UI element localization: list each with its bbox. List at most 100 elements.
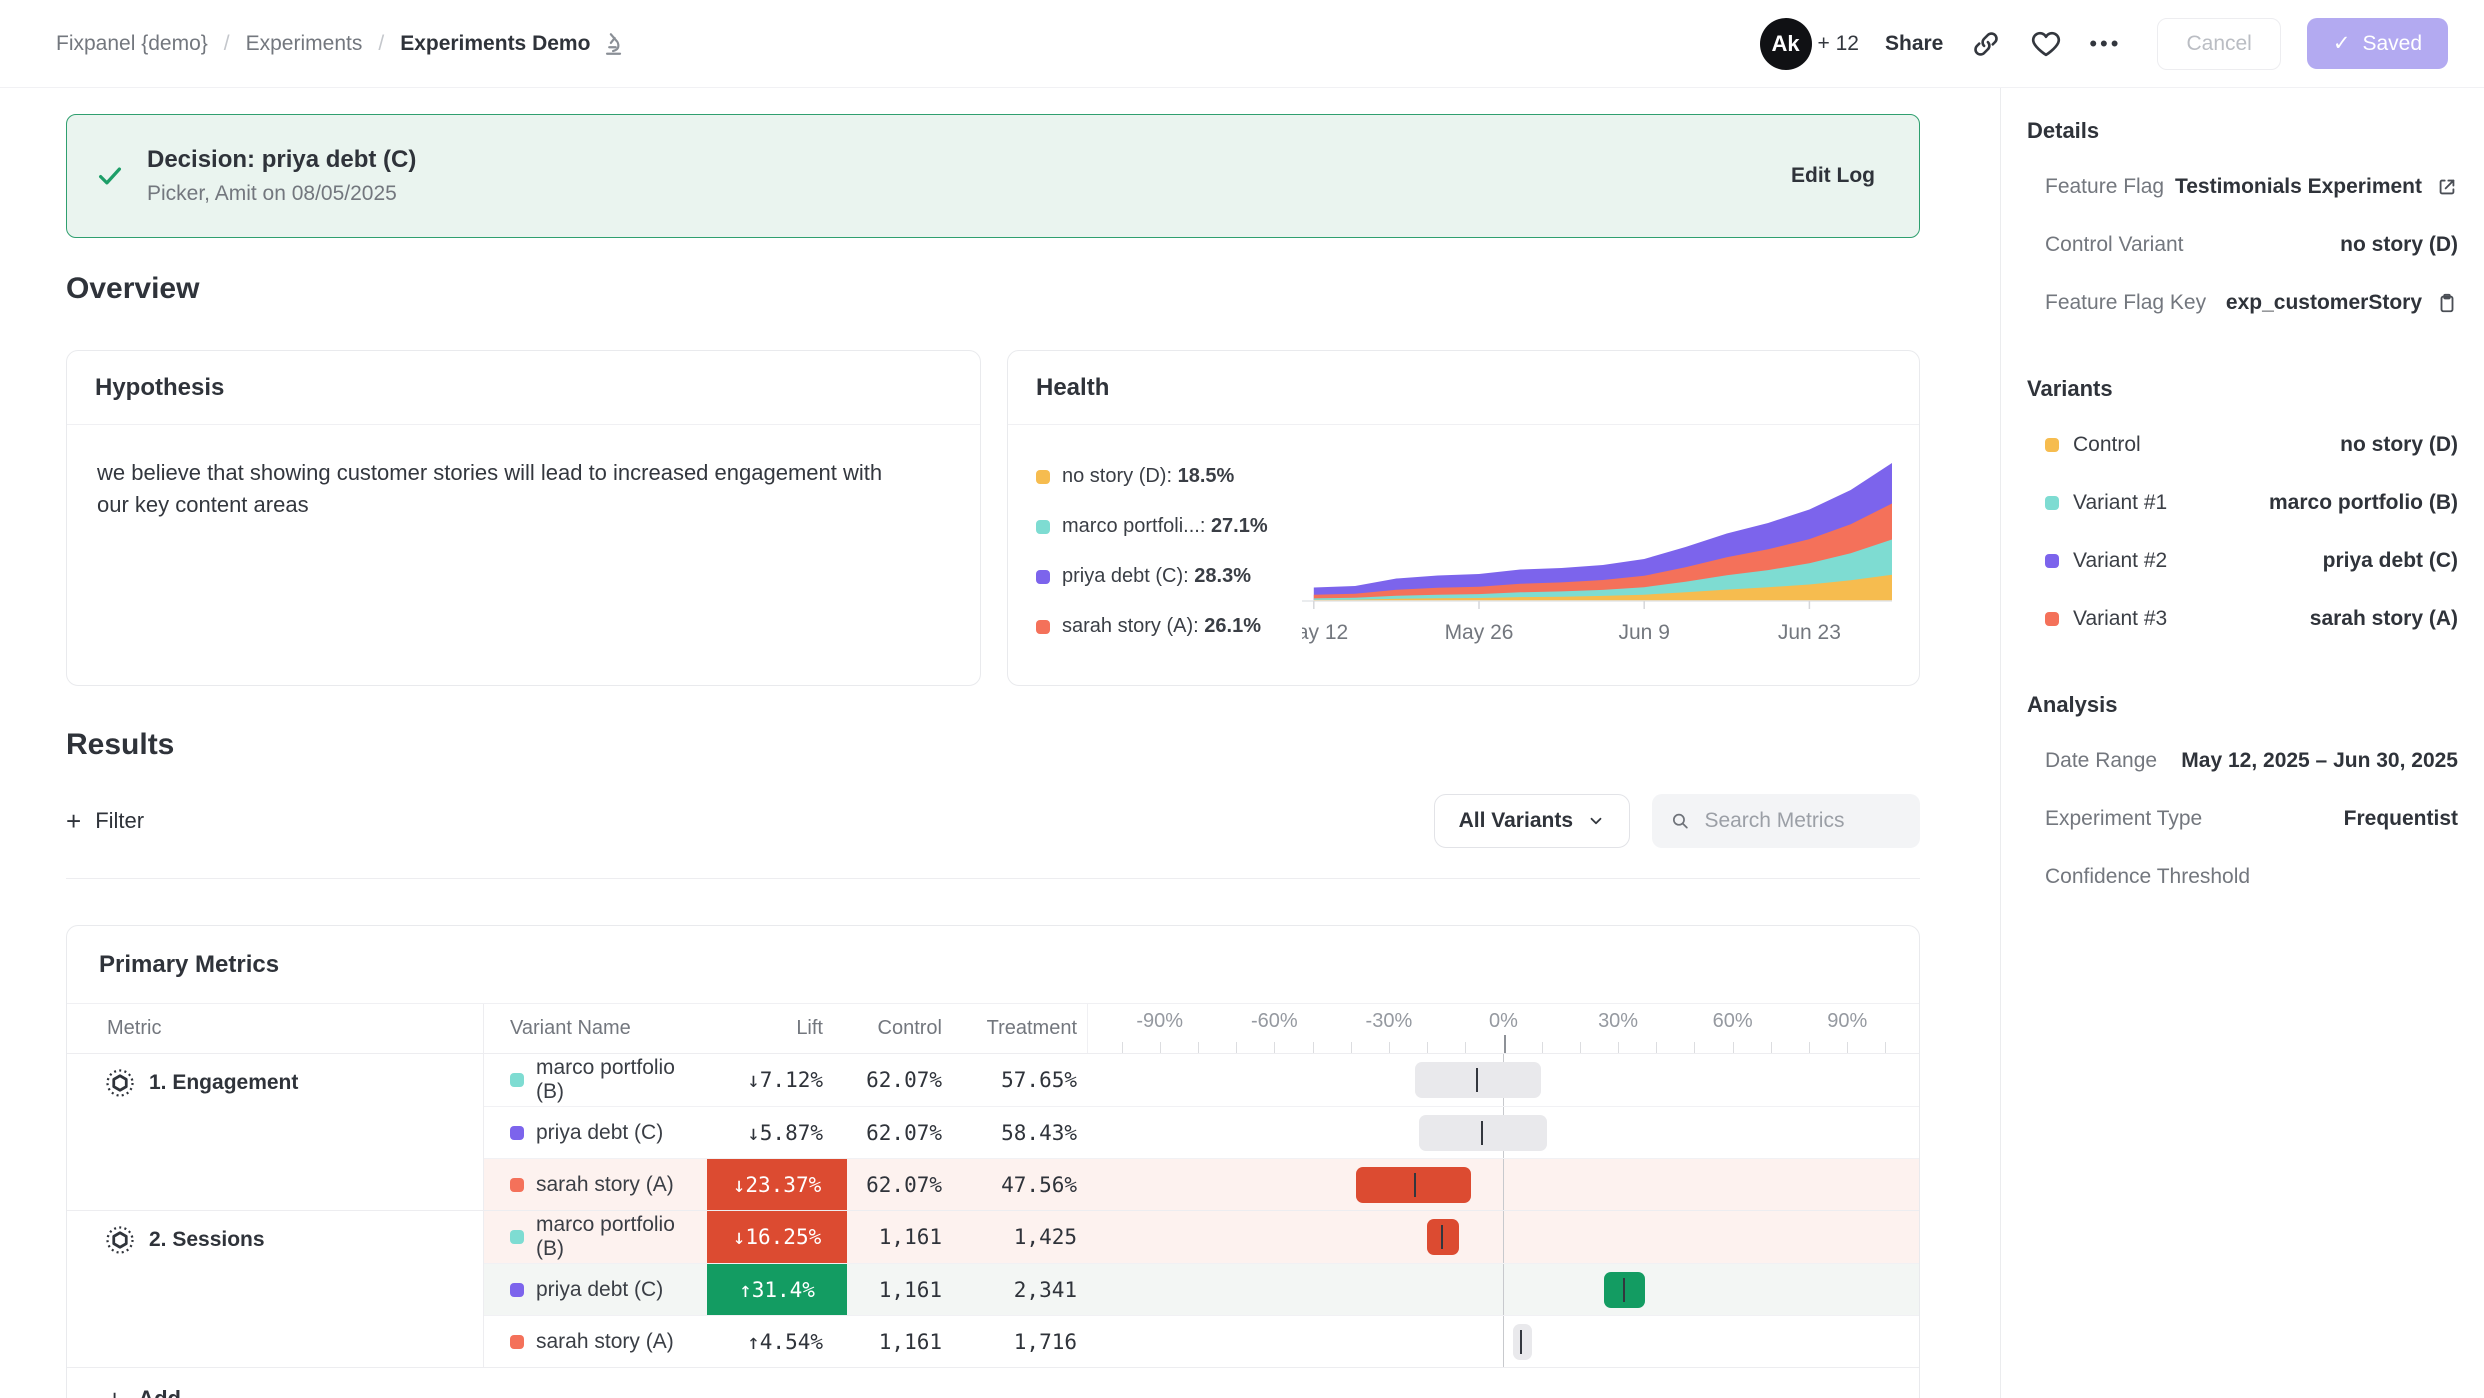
decision-title: Decision: priya debt (C) [147,146,416,174]
detail-label: Feature Flag [2045,175,2164,199]
search-metrics-box[interactable] [1652,794,1920,848]
analysis-value: Frequentist [2344,807,2458,831]
legend-item[interactable]: priya debt (C): 28.3% [1036,565,1302,588]
metric-target-icon [105,1225,135,1255]
treatment-value: 47.56% [952,1159,1087,1210]
variant-color-swatch [2045,554,2059,568]
metric-variant-row[interactable]: priya debt (C)↑31.4%1,1612,341 [484,1263,1919,1315]
metric-variant-row[interactable]: priya debt (C)↓5.87%62.07%58.43% [484,1106,1919,1158]
variant-slot-label: Variant #1 [2073,491,2167,515]
variants-dropdown[interactable]: All Variants [1434,794,1630,848]
confidence-interval-bar [1427,1219,1460,1255]
variant-color-swatch [1036,520,1050,534]
hypothesis-body: we believe that showing customer stories… [67,425,927,553]
saved-button[interactable]: ✓ Saved [2307,18,2448,69]
cancel-button[interactable]: Cancel [2157,18,2280,70]
legend-item[interactable]: sarah story (A): 26.1% [1036,615,1302,638]
collaborators[interactable]: Ak + 12 [1760,18,1859,70]
lift-value: ↓5.87% [747,1121,847,1145]
detail-row: Control Variantno story (D) [2027,216,2458,274]
variant-color-swatch [1036,620,1050,634]
check-icon: ✓ [2333,31,2351,56]
breadcrumb: Fixpanel {demo} / Experiments / Experime… [56,31,626,57]
lift-chip: ↓16.25% [707,1211,847,1263]
plus-icon: + [66,808,81,834]
legend-item[interactable]: marco portfoli...: 27.1% [1036,515,1302,538]
metric-group: 1. Engagement marco portfolio (B)↓7.12%62… [67,1053,1919,1210]
breadcrumb-separator: / [378,32,384,56]
metric-name[interactable]: 2. Sessions [149,1228,265,1252]
confidence-interval-bar [1419,1115,1547,1151]
metric-variant-row[interactable]: sarah story (A)↑4.54%1,1611,716 [484,1315,1919,1367]
confidence-interval-bar [1415,1062,1541,1098]
confidence-interval-bar [1513,1324,1532,1360]
details-section: Details Feature Flag Testimonials Experim… [2027,118,2458,332]
hypothesis-card: Hypothesis we believe that showing custo… [66,350,981,686]
details-sidebar: Details Feature Flag Testimonials Experim… [2000,88,2484,1398]
metric-variant-row[interactable]: sarah story (A)↓23.37%62.07%47.56% [484,1158,1919,1210]
variant-row: Variant #3sarah story (A) [2027,590,2458,648]
analysis-value: May 12, 2025 – Jun 30, 2025 [2181,749,2458,773]
breadcrumb-app[interactable]: Fixpanel {demo} [56,32,208,56]
add-label: Add [138,1386,181,1398]
breadcrumb-section[interactable]: Experiments [246,32,363,56]
health-title: Health [1008,351,1919,425]
variant-name: sarah story (A) [536,1330,674,1354]
analysis-label: Date Range [2045,749,2157,773]
decision-byline: Picker, Amit on 08/05/2025 [147,182,416,206]
detail-row: Feature Flag Key exp_customerStory [2027,274,2458,332]
more-options-icon[interactable]: ••• [2089,31,2121,57]
details-title: Details [2027,118,2458,144]
variant-row: Control no story (D) [2027,416,2458,474]
legend-label: no story (D): 18.5% [1062,465,1234,488]
axis-label: -90% [1136,1010,1183,1033]
variant-color-swatch [510,1283,524,1297]
clipboard-icon[interactable] [2436,292,2458,314]
analysis-section: Analysis Date Range May 12, 2025 – Jun 30… [2027,692,2458,906]
variant-slot-label: Variant #3 [2073,607,2167,631]
metric-name[interactable]: 1. Engagement [149,1071,298,1095]
variant-color-swatch [510,1126,524,1140]
x-tick-label: Jun 23 [1778,621,1841,644]
search-metrics-input[interactable] [1704,809,1902,833]
lift-chip: ↓23.37% [707,1159,847,1210]
control-value: 1,161 [847,1211,952,1263]
detail-row: Feature Flag Testimonials Experiment [2027,158,2458,216]
external-link-icon[interactable] [2436,176,2458,198]
variant-slot-label: Control [2073,433,2141,457]
decision-banner: Decision: priya debt (C) Picker, Amit on… [66,114,1920,238]
metric-variant-row[interactable]: marco portfolio (B)↓16.25%1,1611,425 [484,1211,1919,1263]
edit-log-button[interactable]: Edit Log [1791,164,1875,188]
treatment-value: 1,716 [952,1316,1087,1367]
detail-value[interactable]: Testimonials Experiment [2175,175,2458,199]
health-card: Health no story (D): 18.5% marco portfoli… [1007,350,1920,686]
add-filter-button[interactable]: + Filter [66,808,144,834]
point-estimate-tick [1476,1068,1478,1092]
detail-label: Feature Flag Key [2045,291,2206,315]
primary-metrics-title: Primary Metrics [67,926,1919,1003]
share-button[interactable]: Share [1885,32,1943,56]
analysis-label: Experiment Type [2045,807,2202,831]
metric-variant-row[interactable]: marco portfolio (B)↓7.12%62.07%57.65% [484,1054,1919,1106]
point-estimate-tick [1481,1121,1483,1145]
analysis-row: Date Range May 12, 2025 – Jun 30, 2025 [2027,732,2458,790]
copy-link-icon[interactable] [1969,27,2003,61]
breadcrumb-page: Experiments Demo [400,31,626,57]
variant-color-swatch [1036,470,1050,484]
variant-name: marco portfolio (B) [536,1213,707,1261]
add-metric-button[interactable]: + Add [67,1367,1919,1398]
top-bar: Fixpanel {demo} / Experiments / Experime… [0,0,2484,88]
variant-value: no story (D) [2340,433,2458,457]
variants-dropdown-label: All Variants [1459,809,1573,833]
main-content: Decision: priya debt (C) Picker, Amit on… [0,88,2000,1398]
analysis-title: Analysis [2027,692,2458,718]
lift-chip: ↑31.4% [707,1264,847,1315]
detail-value[interactable]: exp_customerStory [2226,291,2458,315]
lift-value: ↑4.54% [747,1330,847,1354]
avatar[interactable]: Ak [1760,18,1812,70]
legend-item[interactable]: no story (D): 18.5% [1036,465,1302,488]
analysis-row: Confidence Threshold [2027,848,2458,906]
confidence-interval-bar [1604,1272,1644,1308]
favorite-icon[interactable] [2029,27,2063,61]
collaborator-count: + 12 [1818,32,1859,56]
